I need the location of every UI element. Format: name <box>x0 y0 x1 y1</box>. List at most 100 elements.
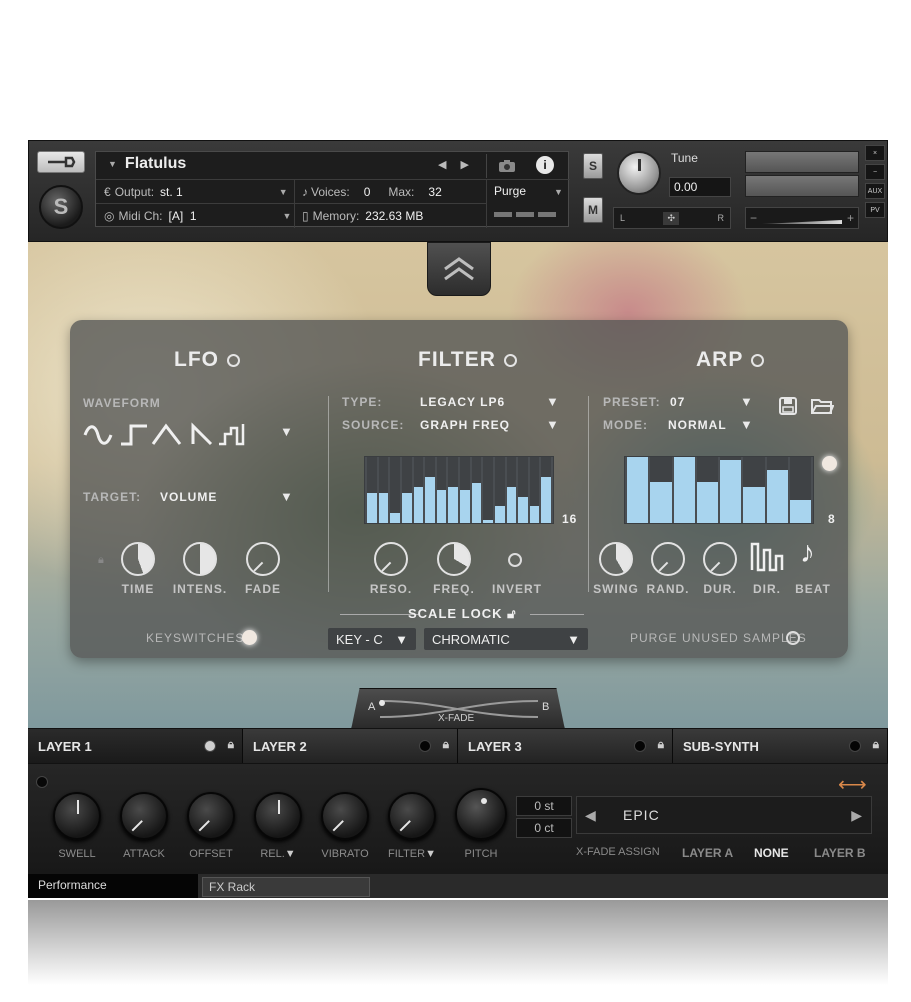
graph-step-bar[interactable] <box>518 497 528 523</box>
graph-step-bar[interactable] <box>378 493 389 523</box>
prev-arrow-icon[interactable]: ◀ <box>585 807 597 824</box>
chevron-down-icon[interactable]: ▼ <box>740 417 753 432</box>
invert-toggle[interactable] <box>508 553 522 567</box>
lfo-title[interactable]: LFO <box>174 348 240 372</box>
filter-toggle[interactable] <box>503 353 517 367</box>
semitone-value[interactable]: 0 st <box>516 796 572 816</box>
purge-dropdown[interactable]: Purge ▼ <box>486 180 570 228</box>
volume-plus[interactable]: + <box>847 211 854 225</box>
chevron-down-icon[interactable]: ▼ <box>554 187 563 197</box>
chevron-down-icon[interactable]: ▼ <box>280 489 293 504</box>
aux-button[interactable]: AUX <box>865 183 885 199</box>
pan-slider[interactable]: L ✣ R <box>613 207 731 229</box>
layer-1-enable-toggle[interactable] <box>204 740 216 752</box>
random-knob[interactable] <box>651 542 685 576</box>
mute-button[interactable]: M <box>583 197 603 223</box>
graph-step-bar[interactable] <box>460 490 470 523</box>
swell-knob[interactable] <box>53 792 101 840</box>
wrench-icon[interactable] <box>37 151 85 173</box>
chevron-down-icon[interactable]: ▼ <box>546 394 559 409</box>
max-value[interactable]: 32 <box>428 185 441 199</box>
volume-minus[interactable]: − <box>750 211 757 225</box>
arp-graph-handle[interactable] <box>822 456 837 471</box>
lock-icon[interactable]: 🔒︎ <box>873 737 879 752</box>
midi-row[interactable]: ◎ Midi Ch: [A] 1 ▼ <box>104 205 291 227</box>
release-knob[interactable] <box>254 792 302 840</box>
pv-button[interactable]: PV <box>865 202 885 218</box>
chevron-down-icon[interactable]: ▼ <box>740 394 753 409</box>
saw-wave-icon[interactable] <box>191 422 213 446</box>
swing-knob[interactable] <box>599 542 633 576</box>
vibrato-knob[interactable] <box>321 792 369 840</box>
solo-button[interactable]: S <box>583 153 603 179</box>
collapse-tab[interactable] <box>427 242 491 296</box>
filter-source-value[interactable]: GRAPH FREQ <box>420 418 510 432</box>
graph-step-bar[interactable] <box>401 493 412 523</box>
graph-step-bar[interactable] <box>483 520 493 523</box>
info-icon[interactable]: i <box>536 156 554 174</box>
folder-icon[interactable] <box>810 396 834 416</box>
sub-synth-enable-toggle[interactable] <box>849 740 861 752</box>
graph-step-bar[interactable] <box>696 482 718 523</box>
arp-step-graph[interactable] <box>624 456 814 524</box>
random-wave-icon[interactable] <box>219 424 245 446</box>
graph-step-bar[interactable] <box>425 477 435 523</box>
chevron-down-icon[interactable]: ▼ <box>279 187 288 197</box>
lock-icon[interactable]: 🔓︎ <box>507 606 516 621</box>
arp-title[interactable]: ARP <box>696 348 765 372</box>
lfo-toggle[interactable] <box>227 353 240 367</box>
graph-step-bar[interactable] <box>529 506 540 523</box>
lock-icon[interactable]: 🔒︎ <box>228 737 234 752</box>
tab-sub-synth[interactable]: SUB-SYNTH 🔒︎ <box>673 729 888 763</box>
save-icon[interactable] <box>778 396 798 416</box>
filter-title[interactable]: FILTER <box>418 348 517 372</box>
xfade-control[interactable]: A B X-FADE <box>351 688 565 730</box>
assign-layer-a[interactable]: LAYER A <box>682 846 733 860</box>
graph-step-bar[interactable] <box>436 490 447 523</box>
graph-step-bar[interactable] <box>506 487 517 523</box>
graph-step-bar[interactable] <box>390 513 400 523</box>
attack-knob[interactable] <box>120 792 168 840</box>
graph-step-bar[interactable] <box>413 487 424 523</box>
filter-type-value[interactable]: LEGACY LP6 <box>420 395 505 409</box>
close-button[interactable]: × <box>865 145 885 161</box>
graph-step-bar[interactable] <box>448 487 458 523</box>
expand-arrows-icon[interactable]: ⟷ <box>838 772 867 797</box>
instrument-name[interactable]: ▼ Flatulus <box>108 155 186 173</box>
chevron-down-icon[interactable]: ▼ <box>283 211 292 221</box>
assign-layer-b[interactable]: LAYER B <box>814 846 866 860</box>
graph-step-column[interactable] <box>483 457 493 523</box>
tab-layer-1[interactable]: LAYER 1 🔒︎ <box>28 729 243 763</box>
graph-step-bar[interactable] <box>720 460 742 523</box>
direction-icon[interactable] <box>750 540 786 574</box>
arp-mode-value[interactable]: NORMAL <box>668 418 727 432</box>
prev-arrow-icon[interactable]: ◀ <box>438 158 446 171</box>
minimize-button[interactable]: − <box>865 164 885 180</box>
graph-step-bar[interactable] <box>627 457 649 523</box>
purge-unused-toggle[interactable] <box>786 631 800 645</box>
volume-slider[interactable]: − + <box>745 207 859 229</box>
next-arrow-icon[interactable]: ▶ <box>851 807 863 824</box>
graph-step-bar[interactable] <box>743 487 765 523</box>
arp-steps-count[interactable]: 8 <box>828 512 836 526</box>
beat-note-icon[interactable]: ♪ <box>800 536 815 570</box>
tab-performance[interactable]: Performance <box>28 874 198 898</box>
filter-step-graph[interactable] <box>364 456 554 524</box>
graph-step-bar[interactable] <box>471 483 482 523</box>
graph-step-bar[interactable] <box>541 477 551 523</box>
graph-step-bar[interactable] <box>766 470 788 523</box>
output-row[interactable]: € Output: st. 1 ▼ <box>104 181 288 203</box>
fade-knob[interactable] <box>246 542 280 576</box>
layer-3-enable-toggle[interactable] <box>634 740 646 752</box>
tune-knob[interactable] <box>617 151 661 195</box>
target-value[interactable]: VOLUME <box>160 490 217 504</box>
triangle-wave-icon[interactable] <box>151 423 182 445</box>
tune-value[interactable]: 0.00 <box>669 177 731 197</box>
lock-icon[interactable]: 🔒︎ <box>98 554 104 567</box>
square-wave-icon[interactable] <box>121 424 147 446</box>
graph-step-bar[interactable] <box>650 482 672 523</box>
filter-knob[interactable] <box>388 792 436 840</box>
chevron-down-icon[interactable]: ▼ <box>108 159 117 169</box>
cent-value[interactable]: 0 ct <box>516 818 572 838</box>
tab-fx-rack[interactable]: FX Rack <box>202 877 370 897</box>
